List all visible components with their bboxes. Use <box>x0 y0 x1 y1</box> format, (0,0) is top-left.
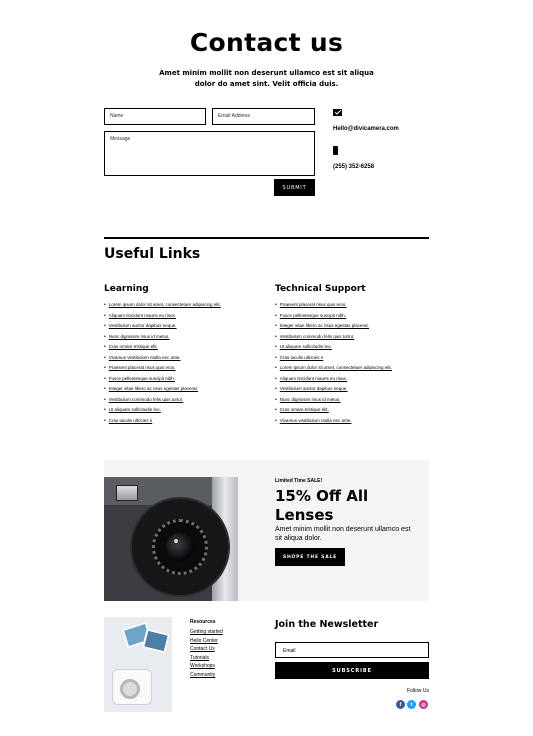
technical-support-links: Praesent placerat risus quis eros. Fusce… <box>275 300 392 427</box>
list-item[interactable]: Vestibulum commodo felis quis tortor. <box>275 332 392 343</box>
list-item[interactable]: Ut aliquam sollicitudin leo. <box>275 342 392 353</box>
resource-link-hello-center[interactable]: Hello Center <box>190 637 223 646</box>
list-item[interactable]: Cras iaculis ultricies n <box>275 353 392 364</box>
mail-icon <box>333 109 342 116</box>
list-item[interactable]: Nunc dignissim risus id metus. <box>104 332 221 343</box>
list-item[interactable]: Vivamus vestibulum ntulla nec ante. <box>104 353 221 364</box>
list-item[interactable]: Cras ornare tristique elit. <box>104 342 221 353</box>
resource-link-workshops[interactable]: Workshops <box>190 662 223 671</box>
list-item[interactable]: Integer vitae libero ac risus egestas pl… <box>275 321 392 332</box>
phone-icon <box>333 146 338 155</box>
list-item[interactable]: Integer vitae libero ac risus egestas pl… <box>104 384 221 395</box>
shop-sale-button[interactable]: SHOPE THE SALE <box>275 548 345 566</box>
list-item[interactable]: Lorem ipsum dolor sit amet, consectetuer… <box>275 363 392 374</box>
section-divider <box>104 237 429 239</box>
list-item[interactable]: Vestibulum auctor dapibus neque. <box>275 384 392 395</box>
resource-link-getting-started[interactable]: Getting started <box>190 628 223 637</box>
useful-links-title: Useful Links <box>104 246 201 262</box>
resources-title: Resources <box>190 619 216 625</box>
camera-flash <box>116 485 138 501</box>
email-address-field[interactable]: Email Address <box>212 108 315 125</box>
submit-button[interactable]: SUBMIT <box>274 179 315 196</box>
subscribe-button[interactable]: SUBSCRIBE <box>275 662 429 679</box>
contact-phone: (255) 352-6258 <box>333 164 375 170</box>
list-item[interactable]: Vivamus vestibulum ntulla nec ante. <box>275 416 392 427</box>
list-item[interactable]: Vestibulum auctor dapibus neque. <box>104 321 221 332</box>
instant-camera-image <box>104 477 238 601</box>
twitter-icon[interactable]: t <box>407 700 416 709</box>
facebook-icon[interactable]: f <box>396 700 405 709</box>
list-item[interactable]: Praesent placerat risus quis eros. <box>275 300 392 311</box>
resource-link-tutorials[interactable]: Tutorials <box>190 654 223 663</box>
resource-link-community[interactable]: Community <box>190 671 223 680</box>
list-item[interactable]: Vestibulum commodo felis quis tortor. <box>104 395 221 406</box>
list-item[interactable]: Aliquam tincidunt mauris eu risus. <box>104 311 221 322</box>
list-item[interactable]: Aliquam tincidunt mauris eu risus. <box>275 374 392 385</box>
page-subtitle: Amet minim mollit non deserunt ullamco e… <box>159 69 374 88</box>
promo-tag: Limited Time SALE! <box>275 478 323 484</box>
contact-email[interactable]: Hello@divicamera.com <box>333 126 399 132</box>
instagram-icon[interactable]: ◎ <box>419 700 428 709</box>
technical-support-heading: Technical Support <box>275 284 366 294</box>
list-item[interactable]: Fusce pellentesque suscipit nibh. <box>275 311 392 322</box>
learning-links: Lorem ipsum dolor sit amet, consectetuer… <box>104 300 221 427</box>
list-item[interactable]: Praesent placerat risus quis eros. <box>104 363 221 374</box>
list-item[interactable]: Cras iaculis ultricies n <box>104 416 221 427</box>
resource-link-contact-us[interactable]: Contact Us <box>190 645 223 654</box>
message-field[interactable]: Message <box>104 131 315 176</box>
resources-links: Getting started Hello Center Contact Us … <box>190 628 223 680</box>
promo-title: 15% Off All Lenses <box>275 487 369 524</box>
footer-camera-photo <box>104 617 172 712</box>
list-item[interactable]: Fusce pellentesque suscipit nibh. <box>104 374 221 385</box>
list-item[interactable]: Nunc dignissim risus id metus. <box>275 395 392 406</box>
promo-description: Amet minim mollit non deserunt ullamco e… <box>275 526 411 542</box>
list-item[interactable]: Cras ornare tristique elit. <box>275 405 392 416</box>
list-item[interactable]: Ut aliquam sollicitudin leo. <box>104 405 221 416</box>
learning-heading: Learning <box>104 284 149 294</box>
newsletter-title: Join the Newsletter <box>275 619 379 630</box>
list-item[interactable]: Lorem ipsum dolor sit amet, consectetuer… <box>104 300 221 311</box>
page-title: Contact us <box>189 28 344 57</box>
name-field[interactable]: Name <box>104 108 206 125</box>
newsletter-email-input[interactable]: Email <box>275 642 429 658</box>
follow-us-label: Follow Us <box>407 688 429 694</box>
